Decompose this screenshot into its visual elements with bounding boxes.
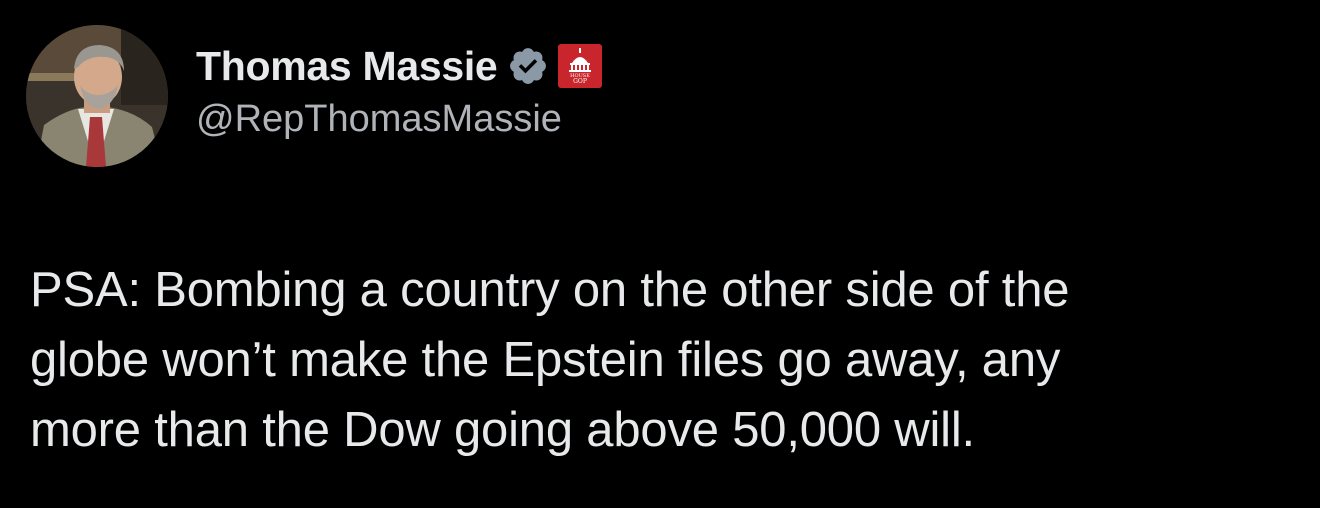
avatar[interactable] (26, 25, 168, 167)
tweet-card: Thomas Massie HOUSE GOP @RepThomasMassie… (0, 0, 1320, 508)
tweet-text: PSA: Bombing a country on the other side… (30, 263, 1070, 457)
tweet-header: Thomas Massie HOUSE GOP @RepThomasMassie (196, 38, 603, 141)
badge-text-bottom: GOP (574, 78, 588, 85)
house-gop-badge-icon[interactable]: HOUSE GOP (557, 43, 603, 89)
display-name[interactable]: Thomas Massie (196, 43, 498, 90)
handle[interactable]: @RepThomasMassie (196, 98, 603, 141)
name-row: Thomas Massie HOUSE GOP (196, 38, 603, 94)
verified-badge-icon (507, 45, 549, 87)
avatar-photo (26, 25, 168, 167)
